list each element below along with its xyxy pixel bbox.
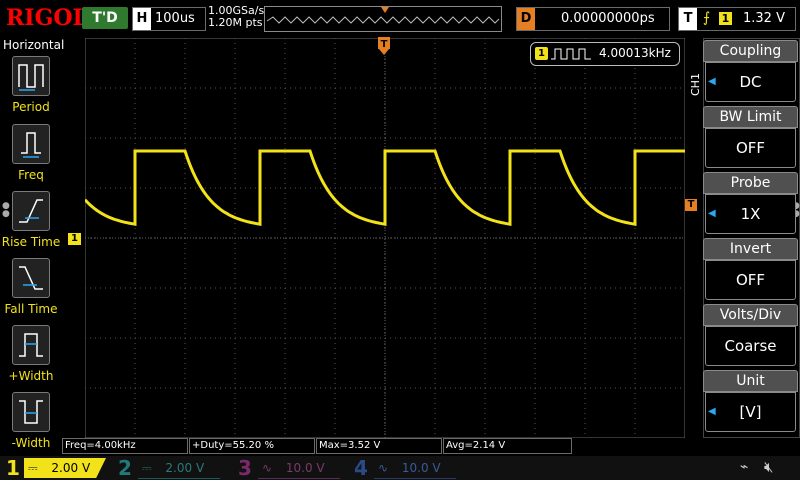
delay-key: D bbox=[517, 8, 535, 30]
menu-value-coupling[interactable]: DC bbox=[705, 62, 796, 102]
dc-coupling-icon: ⎓ bbox=[28, 461, 38, 475]
menu-item-rise-time[interactable]: Rise Time bbox=[0, 191, 62, 257]
trigger-position-marker[interactable]: T bbox=[378, 37, 392, 61]
measurement-avg[interactable]: Avg=2.14 V bbox=[443, 438, 572, 454]
select-arrow-icon: ◀ bbox=[708, 406, 716, 417]
memory-trigger-pointer-icon bbox=[381, 7, 389, 13]
usb-icon: ⌁ bbox=[740, 459, 749, 475]
menu-title-coupling: Coupling bbox=[703, 40, 798, 62]
channel-4-scale-value: 10.0 V bbox=[401, 461, 441, 475]
channel-status-bar: 1 ⎓ 2.00 V 2 ⎓ 2.00 V 3 ∿ 10.0 V 4 ∿ 10.… bbox=[0, 456, 800, 480]
menu-item-freq[interactable]: Freq bbox=[0, 124, 62, 190]
menu-title-unit: Unit bbox=[703, 370, 798, 392]
menu-value-unit[interactable]: [V] bbox=[705, 392, 796, 432]
menu-invert[interactable]: Invert OFF bbox=[703, 238, 798, 302]
menu-title-bw-limit: BW Limit bbox=[703, 106, 798, 128]
select-arrow-icon: ◀ bbox=[708, 76, 716, 87]
frequency-icon bbox=[12, 124, 50, 164]
freq-channel-badge: 1 bbox=[535, 47, 548, 60]
menu-value-probe[interactable]: 1X bbox=[705, 194, 796, 234]
fall-time-icon bbox=[12, 258, 50, 298]
menu-probe[interactable]: Probe 1X ◀ bbox=[703, 172, 798, 236]
rise-time-icon bbox=[12, 191, 50, 231]
menu-title-invert: Invert bbox=[703, 238, 798, 260]
channel-4-number[interactable]: 4 bbox=[354, 456, 368, 480]
menu-value-volts-div[interactable]: Coarse bbox=[705, 326, 796, 366]
memory-overview-bar[interactable] bbox=[264, 6, 502, 32]
speaker-muted-icon[interactable]: 🔇︎ bbox=[764, 458, 773, 476]
delay-value: 0.00000000ps bbox=[561, 11, 655, 26]
menu-unit[interactable]: Unit [V] ◀ bbox=[703, 370, 798, 434]
menu-value-bw-limit[interactable]: OFF bbox=[705, 128, 796, 168]
channel-3-scale[interactable]: ∿ 10.0 V bbox=[258, 458, 340, 479]
measurement-max[interactable]: Max=3.52 V bbox=[316, 438, 442, 454]
channel-4-scale[interactable]: ∿ 10.0 V bbox=[374, 458, 456, 479]
graticule bbox=[83, 37, 686, 439]
menu-item-negative-width[interactable]: -Width bbox=[0, 392, 62, 458]
trigger-position-letter: T bbox=[381, 39, 388, 50]
select-arrow-icon: ◀ bbox=[708, 208, 716, 219]
frequency-counter-readout: 1 4.00013kHz bbox=[530, 42, 680, 66]
horizontal-key: H bbox=[133, 8, 151, 30]
channel-2-scale[interactable]: ⎓ 2.00 V bbox=[138, 458, 220, 479]
trigger-box[interactable]: T ⨍ 1 1.32 V bbox=[678, 7, 796, 31]
measurement-bar: Freq=4.00kHz +Duty=55.20 % Max=3.52 V Av… bbox=[62, 438, 572, 454]
brand-logo: RIGOL bbox=[6, 5, 88, 31]
channel-1-scale-value: 2.00 V bbox=[51, 461, 91, 475]
square-wave-icon bbox=[551, 48, 591, 60]
menu-title-volts-div: Volts/Div bbox=[703, 304, 798, 326]
negative-width-icon bbox=[12, 392, 50, 432]
memory-depth: 1.20M pts bbox=[208, 16, 263, 29]
channel-3-number[interactable]: 3 bbox=[238, 456, 252, 480]
menu-label-freq: Freq bbox=[18, 168, 44, 182]
channel-1-number[interactable]: 1 bbox=[6, 456, 20, 480]
positive-width-icon bbox=[12, 325, 50, 365]
measurement-freq[interactable]: Freq=4.00kHz bbox=[62, 438, 188, 454]
channel-menu-label: CH1 bbox=[689, 73, 702, 96]
frequency-value: 4.00013kHz bbox=[599, 46, 671, 60]
menu-volts-div[interactable]: Volts/Div Coarse bbox=[703, 304, 798, 368]
rising-edge-icon: ⨍ bbox=[703, 10, 711, 26]
trigger-source-channel: 1 bbox=[719, 12, 732, 25]
left-menu-title: Horizontal bbox=[3, 38, 65, 52]
horizontal-timebase-box[interactable]: H 100us bbox=[132, 7, 206, 31]
menu-label-negative-width: -Width bbox=[11, 436, 51, 450]
menu-label-positive-width: +Width bbox=[8, 369, 54, 383]
acquisition-info: 1.00GSa/s 1.20M pts bbox=[208, 5, 264, 29]
dc-coupling-icon: ⎓ bbox=[142, 461, 152, 475]
channel-3-scale-value: 10.0 V bbox=[285, 461, 325, 475]
menu-label-period: Period bbox=[12, 100, 50, 114]
channel-2-scale-value: 2.00 V bbox=[165, 461, 205, 475]
menu-value-invert[interactable]: OFF bbox=[705, 260, 796, 300]
menu-coupling[interactable]: Coupling DC ◀ bbox=[703, 40, 798, 104]
channel-2-number[interactable]: 2 bbox=[118, 456, 132, 480]
delay-box[interactable]: D 0.00000000ps bbox=[516, 7, 670, 31]
period-icon bbox=[12, 56, 50, 96]
trigger-key: T bbox=[679, 8, 697, 30]
menu-bw-limit[interactable]: BW Limit OFF bbox=[703, 106, 798, 170]
memory-overview-waveform bbox=[266, 7, 500, 24]
menu-item-positive-width[interactable]: +Width bbox=[0, 325, 62, 391]
channel-1-scale[interactable]: ⎓ 2.00 V bbox=[24, 458, 106, 478]
waveform-display[interactable] bbox=[83, 37, 686, 439]
timebase-value: 100us bbox=[155, 11, 195, 26]
menu-item-fall-time[interactable]: Fall Time bbox=[0, 258, 62, 324]
ac-coupling-icon: ∿ bbox=[262, 461, 273, 475]
measurement-duty[interactable]: +Duty=55.20 % bbox=[189, 438, 315, 454]
trigger-level-marker[interactable]: T bbox=[685, 199, 697, 211]
menu-title-probe: Probe bbox=[703, 172, 798, 194]
trigger-level: 1.32 V bbox=[743, 11, 785, 26]
ch1-ground-marker[interactable]: 1 bbox=[68, 233, 81, 245]
run-state-badge[interactable]: T'D bbox=[82, 7, 128, 29]
menu-label-fall-time: Fall Time bbox=[4, 302, 58, 316]
ac-coupling-icon: ∿ bbox=[378, 461, 389, 475]
menu-label-rise-time: Rise Time bbox=[1, 235, 61, 249]
menu-item-period[interactable]: Period bbox=[0, 56, 62, 122]
